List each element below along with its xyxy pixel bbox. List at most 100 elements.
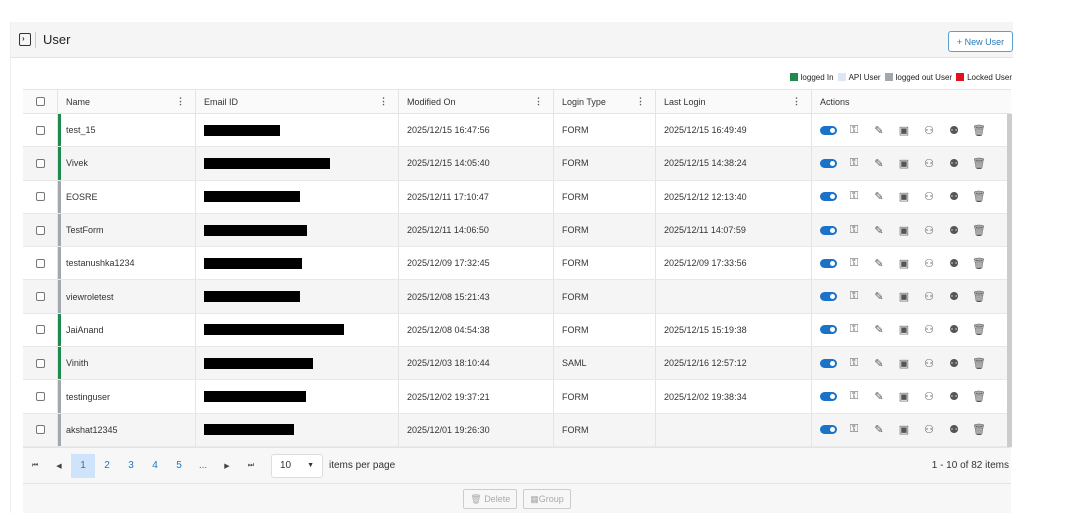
user-roles-icon[interactable]: ⚇ xyxy=(921,390,937,403)
enable-toggle[interactable] xyxy=(820,225,837,235)
delete-icon[interactable]: 🗑 xyxy=(971,323,987,336)
page-button[interactable]: 5 xyxy=(167,454,191,478)
col-login-type[interactable]: Login Type ⋮ xyxy=(554,90,656,113)
user-group-icon[interactable]: ⚉ xyxy=(946,290,962,303)
edit-icon[interactable]: ✎ xyxy=(871,390,887,403)
qr-icon[interactable]: ▣ xyxy=(896,357,912,370)
delete-icon[interactable]: 🗑 xyxy=(971,357,987,370)
user-group-icon[interactable]: ⚉ xyxy=(946,257,962,270)
user-group-icon[interactable]: ⚉ xyxy=(946,224,962,237)
user-group-icon[interactable]: ⚉ xyxy=(946,124,962,137)
delete-icon[interactable]: 🗑 xyxy=(971,157,987,170)
table-row[interactable]: Vinith 2025/12/03 18:10:44 SAML 2025/12/… xyxy=(23,347,1011,381)
row-checkbox[interactable] xyxy=(35,125,45,135)
edit-icon[interactable]: ✎ xyxy=(871,190,887,203)
enable-toggle[interactable] xyxy=(820,125,837,135)
qr-icon[interactable]: ▣ xyxy=(896,323,912,336)
qr-icon[interactable]: ▣ xyxy=(896,124,912,137)
table-row[interactable]: TestForm 2025/12/11 14:06:50 FORM 2025/1… xyxy=(23,213,1011,248)
qr-icon[interactable]: ▣ xyxy=(896,390,912,403)
row-checkbox[interactable] xyxy=(35,325,45,335)
delete-button[interactable]: 🗑 Delete xyxy=(463,488,518,509)
col-modified[interactable]: Modified On ⋮ xyxy=(399,90,554,113)
first-page-button[interactable]: ⏮ xyxy=(23,454,47,478)
qr-icon[interactable]: ▣ xyxy=(896,290,912,303)
user-roles-icon[interactable]: ⚇ xyxy=(921,423,937,436)
table-row[interactable]: testanushka1234 2025/12/09 17:32:45 FORM… xyxy=(23,247,1011,281)
page-button[interactable]: ... xyxy=(191,454,215,478)
table-row[interactable]: akshat12345 2025/12/01 19:26:30 FORM ⚿ ✎… xyxy=(23,413,1011,447)
row-checkbox[interactable] xyxy=(35,425,45,435)
key-icon[interactable]: ⚿ xyxy=(846,423,862,436)
enable-toggle[interactable] xyxy=(820,358,837,368)
user-roles-icon[interactable]: ⚇ xyxy=(921,290,937,303)
user-roles-icon[interactable]: ⚇ xyxy=(921,323,937,336)
enable-toggle[interactable] xyxy=(820,158,837,168)
edit-icon[interactable]: ✎ xyxy=(871,157,887,170)
delete-icon[interactable]: 🗑 xyxy=(971,224,987,237)
enable-toggle[interactable] xyxy=(820,192,837,202)
table-row[interactable]: viewroletest 2025/12/08 15:21:43 FORM ⚿ … xyxy=(23,280,1011,314)
key-icon[interactable]: ⚿ xyxy=(846,124,862,137)
delete-icon[interactable]: 🗑 xyxy=(971,124,987,137)
key-icon[interactable]: ⚿ xyxy=(846,190,862,203)
user-roles-icon[interactable]: ⚇ xyxy=(921,157,937,170)
table-row[interactable]: JaiAnand 2025/12/08 04:54:38 FORM 2025/1… xyxy=(23,313,1011,348)
row-checkbox[interactable] xyxy=(35,258,45,268)
row-checkbox[interactable] xyxy=(35,392,45,402)
qr-icon[interactable]: ▣ xyxy=(896,190,912,203)
col-name[interactable]: Name ⋮ xyxy=(58,90,196,113)
key-icon[interactable]: ⚿ xyxy=(846,257,862,270)
key-icon[interactable]: ⚿ xyxy=(846,323,862,336)
user-group-icon[interactable]: ⚉ xyxy=(946,190,962,203)
column-menu-icon[interactable]: ⋮ xyxy=(792,96,801,107)
user-group-icon[interactable]: ⚉ xyxy=(946,157,962,170)
edit-icon[interactable]: ✎ xyxy=(871,357,887,370)
enable-toggle[interactable] xyxy=(820,325,837,335)
edit-icon[interactable]: ✎ xyxy=(871,423,887,436)
row-checkbox[interactable] xyxy=(35,292,45,302)
page-button[interactable]: 2 xyxy=(95,454,119,478)
next-page-button[interactable]: ▶ xyxy=(215,454,239,478)
col-last-login[interactable]: Last Login ⋮ xyxy=(656,90,812,113)
table-row[interactable]: testinguser 2025/12/02 19:37:21 FORM 202… xyxy=(23,380,1011,414)
user-group-icon[interactable]: ⚉ xyxy=(946,390,962,403)
select-all-checkbox[interactable] xyxy=(35,97,45,106)
edit-icon[interactable]: ✎ xyxy=(871,290,887,303)
delete-icon[interactable]: 🗑 xyxy=(971,290,987,303)
user-roles-icon[interactable]: ⚇ xyxy=(921,257,937,270)
column-menu-icon[interactable]: ⋮ xyxy=(176,96,185,107)
key-icon[interactable]: ⚿ xyxy=(846,390,862,403)
key-icon[interactable]: ⚿ xyxy=(846,157,862,170)
last-page-button[interactable]: ⏭ xyxy=(239,454,263,478)
table-row[interactable]: EOSRE 2025/12/11 17:10:47 FORM 2025/12/1… xyxy=(23,180,1011,214)
delete-icon[interactable]: 🗑 xyxy=(971,423,987,436)
user-roles-icon[interactable]: ⚇ xyxy=(921,190,937,203)
edit-icon[interactable]: ✎ xyxy=(871,224,887,237)
enable-toggle[interactable] xyxy=(820,292,837,302)
col-email[interactable]: Email ID ⋮ xyxy=(196,90,399,113)
scrollbar[interactable] xyxy=(1007,114,1012,447)
key-icon[interactable]: ⚿ xyxy=(846,290,862,303)
user-group-icon[interactable]: ⚉ xyxy=(946,323,962,336)
user-roles-icon[interactable]: ⚇ xyxy=(921,124,937,137)
table-row[interactable]: Vivek 2025/12/15 14:05:40 FORM 2025/12/1… xyxy=(23,147,1011,181)
qr-icon[interactable]: ▣ xyxy=(896,157,912,170)
sidebar-toggle-icon[interactable]: › xyxy=(19,33,31,46)
delete-icon[interactable]: 🗑 xyxy=(971,390,987,403)
row-checkbox[interactable] xyxy=(35,358,45,368)
qr-icon[interactable]: ▣ xyxy=(896,224,912,237)
edit-icon[interactable]: ✎ xyxy=(871,124,887,137)
enable-toggle[interactable] xyxy=(820,425,837,435)
column-menu-icon[interactable]: ⋮ xyxy=(534,96,543,107)
group-button[interactable]: ▦Group xyxy=(523,488,571,509)
row-checkbox[interactable] xyxy=(35,158,45,168)
edit-icon[interactable]: ✎ xyxy=(871,323,887,336)
key-icon[interactable]: ⚿ xyxy=(846,357,862,370)
qr-icon[interactable]: ▣ xyxy=(896,257,912,270)
key-icon[interactable]: ⚿ xyxy=(846,224,862,237)
delete-icon[interactable]: 🗑 xyxy=(971,190,987,203)
column-menu-icon[interactable]: ⋮ xyxy=(636,96,645,107)
column-menu-icon[interactable]: ⋮ xyxy=(379,96,388,107)
qr-icon[interactable]: ▣ xyxy=(896,423,912,436)
